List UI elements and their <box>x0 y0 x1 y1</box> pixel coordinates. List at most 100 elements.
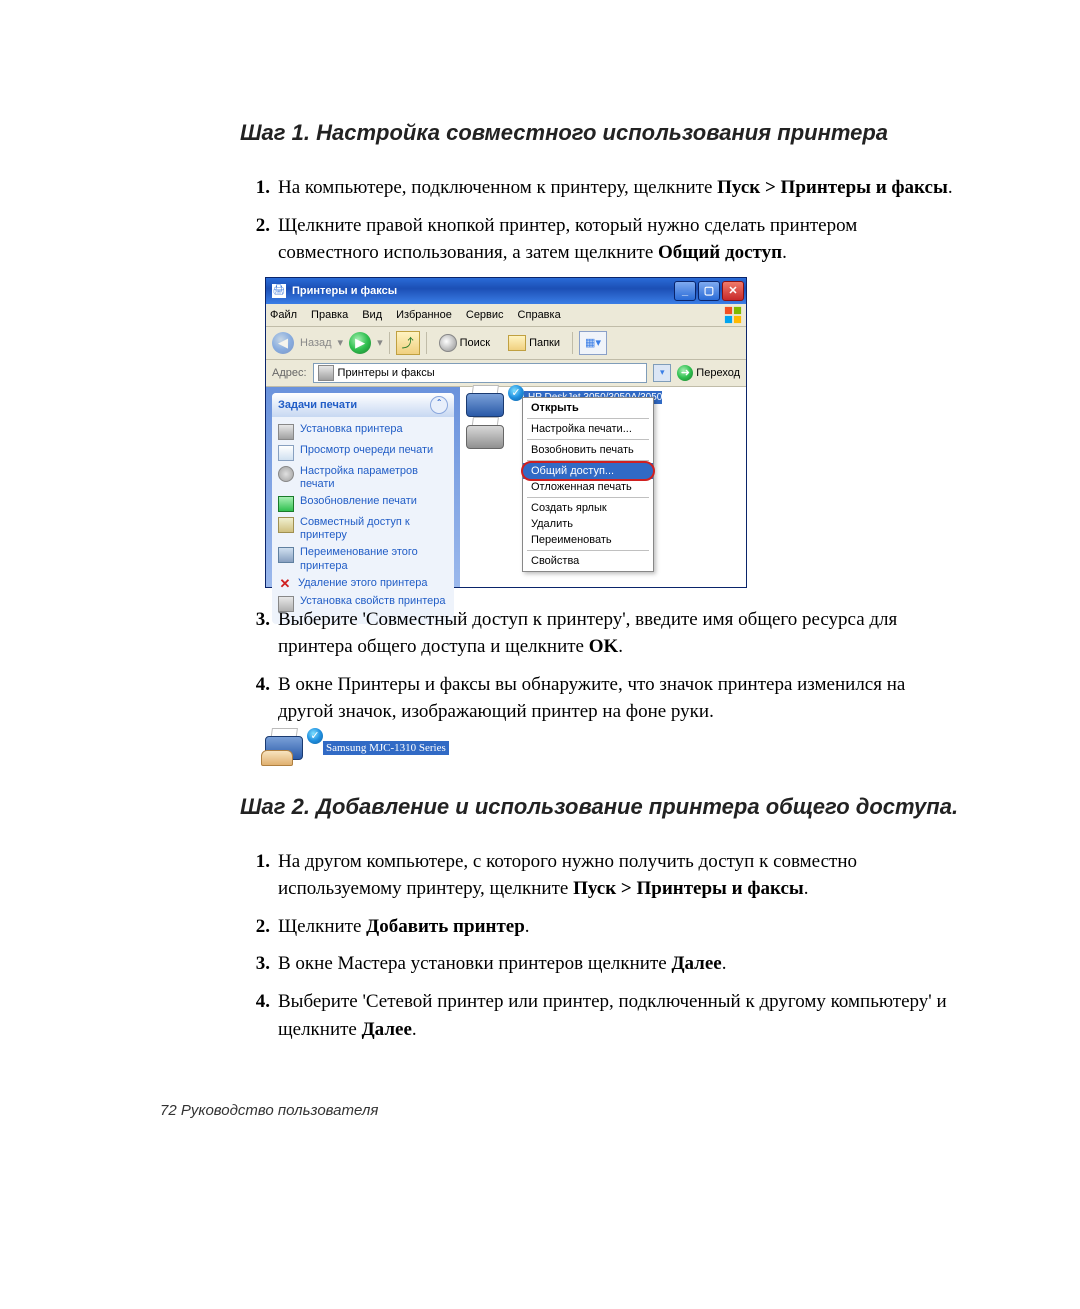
separator <box>426 332 427 354</box>
ctx-rename[interactable]: Переименовать <box>523 532 653 548</box>
task-print-prefs[interactable]: Настройка параметров печати <box>278 463 448 493</box>
text: . <box>722 953 727 974</box>
step1-heading: Шаг 1. Настройка совместного использован… <box>240 120 960 146</box>
shared-printer-figure: ✓ Samsung MJC-1310 Series <box>265 736 960 760</box>
main-area: HP DeskJet 3050/3050A/3050 ✓ Открыть Нас… <box>460 387 746 587</box>
printer-item[interactable]: ✓ <box>466 393 516 417</box>
ctx-open[interactable]: Открыть <box>523 400 653 416</box>
folders-label: Папки <box>529 337 560 349</box>
context-menu: Открыть Настройка печати... Возобновить … <box>522 397 654 572</box>
ctx-share[interactable]: Общий доступ... <box>523 463 653 479</box>
close-button[interactable]: ✕ <box>722 281 744 301</box>
list-number: 3. <box>240 950 278 978</box>
text: В окне Принтеры и факсы вы обнаружите, ч… <box>278 674 905 723</box>
maximize-button[interactable]: ▢ <box>698 281 720 301</box>
text: На компьютере, подключенном к принтеру, … <box>278 177 717 198</box>
folder-icon <box>508 335 526 351</box>
task-rename[interactable]: Переименование этого принтера <box>278 544 448 574</box>
list-item-body: В окне Принтеры и факсы вы обнаружите, ч… <box>278 671 960 726</box>
back-dd-icon[interactable]: ▾ <box>338 336 344 349</box>
play-icon <box>278 496 294 512</box>
ctx-offline[interactable]: Отложенная печать <box>523 479 653 495</box>
folders-button[interactable]: Папки <box>502 333 566 353</box>
back-label: Назад <box>300 337 332 349</box>
address-dropdown-icon[interactable]: ▾ <box>653 364 671 382</box>
list-number: 2. <box>240 212 278 267</box>
list-number: 2. <box>240 913 278 941</box>
printer-icon <box>318 365 334 381</box>
share-hand-icon <box>261 750 293 766</box>
list-number: 3. <box>240 606 278 661</box>
sidebar: Задачи печати ˆ Установка принтера Просм… <box>266 387 460 587</box>
step1-list: 1. На компьютере, подключенном к принтер… <box>240 174 960 267</box>
text: . <box>525 916 530 937</box>
task-resume[interactable]: Возобновление печати <box>278 493 448 514</box>
task-share[interactable]: Совместный доступ к принтеру <box>278 514 448 544</box>
default-check-icon: ✓ <box>307 728 323 744</box>
ctx-props[interactable]: Свойства <box>523 553 653 569</box>
menu-favorites[interactable]: Избранное <box>396 309 452 321</box>
bold-text: Пуск > Принтеры и факсы <box>573 878 804 899</box>
text: . <box>782 242 787 263</box>
ctx-prefs[interactable]: Настройка печати... <box>523 421 653 437</box>
printer-icon: 🖨 <box>272 284 286 298</box>
toolbar: ◀ Назад ▾ ▶ ▾ ⤴ Поиск Папки ▦▾ <box>266 327 746 360</box>
views-button[interactable]: ▦▾ <box>579 331 607 355</box>
printer-item[interactable] <box>466 425 516 449</box>
bold-text: Пуск > Принтеры и факсы <box>717 177 948 198</box>
rename-icon <box>278 547 294 563</box>
text: Выберите 'Совместный доступ к принтеру',… <box>278 609 897 658</box>
text: Щелкните <box>278 916 366 937</box>
search-button[interactable]: Поиск <box>433 332 496 354</box>
bold-text: OK <box>589 636 619 657</box>
task-delete[interactable]: ✕Удаление этого принтера <box>278 575 448 593</box>
list-item-body: Щелкните правой кнопкой принтер, который… <box>278 212 960 267</box>
menu-edit[interactable]: Правка <box>311 309 348 321</box>
step2-list: 1. На другом компьютере, с которого нужн… <box>240 848 960 1043</box>
title-bar: 🖨 Принтеры и факсы _ ▢ ✕ <box>266 278 746 304</box>
share-icon <box>278 517 294 533</box>
windows-logo-icon <box>724 306 742 324</box>
address-label: Адрес: <box>272 367 307 379</box>
task-view-queue[interactable]: Просмотр очереди печати <box>278 442 448 463</box>
ctx-shortcut[interactable]: Создать ярлык <box>523 500 653 516</box>
ctx-resume[interactable]: Возобновить печать <box>523 442 653 458</box>
task-install-printer[interactable]: Установка принтера <box>278 421 448 442</box>
text: . <box>948 177 953 198</box>
tasks-panel-title: Задачи печати <box>278 399 357 411</box>
tasks-panel: Задачи печати ˆ Установка принтера Просм… <box>272 393 454 624</box>
up-button[interactable]: ⤴ <box>396 331 420 355</box>
address-value: Принтеры и факсы <box>338 367 435 379</box>
go-label: Переход <box>696 367 740 379</box>
menu-help[interactable]: Справка <box>518 309 561 321</box>
list-number: 4. <box>240 671 278 726</box>
document-icon <box>278 445 294 461</box>
menu-tools[interactable]: Сервис <box>466 309 504 321</box>
bold-text: Далее <box>362 1019 412 1040</box>
separator <box>572 332 573 354</box>
printers-window: 🖨 Принтеры и факсы _ ▢ ✕ Файл Правка Вид… <box>265 277 747 588</box>
tasks-panel-header[interactable]: Задачи печати ˆ <box>272 393 454 417</box>
menu-bar: Файл Правка Вид Избранное Сервис Справка <box>266 304 746 327</box>
minimize-button[interactable]: _ <box>674 281 696 301</box>
back-button[interactable]: ◀ <box>272 332 294 354</box>
list-number: 4. <box>240 988 278 1043</box>
list-item-body: Щелкните Добавить принтер. <box>278 913 960 941</box>
bold-text: Общий доступ <box>658 242 782 263</box>
text: В окне Мастера установки принтеров щелкн… <box>278 953 671 974</box>
list-item-body: На другом компьютере, с которого нужно п… <box>278 848 960 903</box>
go-button[interactable]: ➜Переход <box>677 365 740 381</box>
list-item-body: На компьютере, подключенном к принтеру, … <box>278 174 960 202</box>
text: . <box>412 1019 417 1040</box>
gear-icon <box>278 466 294 482</box>
printer-icon <box>278 424 294 440</box>
fwd-dd-icon[interactable]: ▾ <box>377 336 383 349</box>
forward-button[interactable]: ▶ <box>349 332 371 354</box>
menu-file[interactable]: Файл <box>270 309 297 321</box>
search-icon <box>439 334 457 352</box>
separator <box>389 332 390 354</box>
menu-view[interactable]: Вид <box>362 309 382 321</box>
address-field[interactable]: Принтеры и факсы <box>313 363 648 383</box>
ctx-delete[interactable]: Удалить <box>523 516 653 532</box>
window-title: Принтеры и факсы <box>292 285 674 297</box>
